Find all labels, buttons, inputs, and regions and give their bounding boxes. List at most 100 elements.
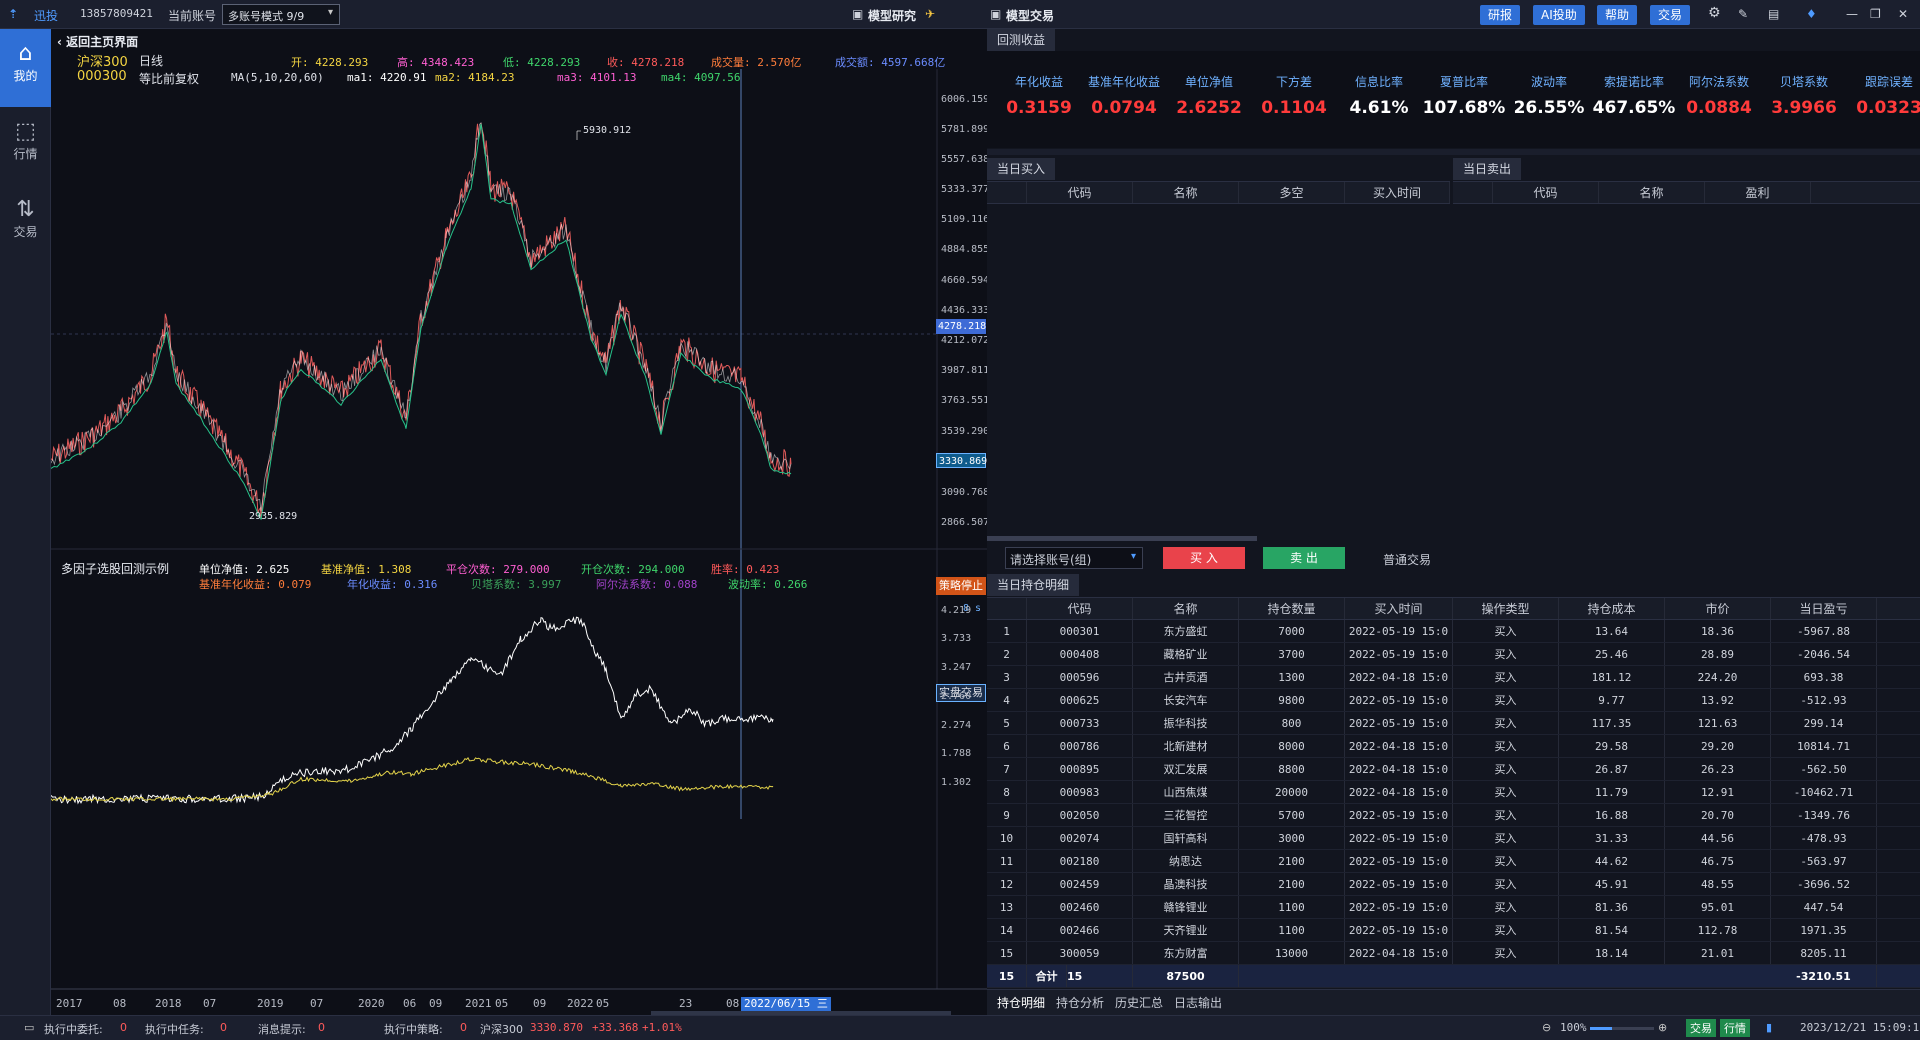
table-cell: 2022-05-19 15:0 [1345, 689, 1453, 711]
zoom-in-icon[interactable]: ⊕ [1658, 1021, 1667, 1034]
table-cell: 12.91 [1665, 781, 1771, 803]
zoom-out-icon[interactable]: ⊖ [1542, 1021, 1551, 1034]
position-col-header[interactable]: 市价 [1665, 598, 1771, 619]
metric-label: 夏普比率 [1439, 75, 1488, 89]
table-row[interactable]: 2 000408 藏格矿业 3700 2022-05-19 15:0 买入 25.46 28.… [987, 643, 1920, 666]
zoom-slider[interactable] [1590, 1027, 1654, 1030]
minimize-icon[interactable]: — [1846, 7, 1858, 21]
table-cell: 000596 [1027, 666, 1133, 688]
edit-icon[interactable]: ✎ [1738, 7, 1748, 21]
bottom-tab-1[interactable]: 持仓分析 [1056, 994, 1104, 1011]
strategy-stop-button[interactable]: 策略停止 [936, 577, 986, 595]
price-chart-svg[interactable] [51, 29, 987, 1015]
table-cell: 山西焦煤 [1133, 781, 1239, 803]
nav-item-trade[interactable]: ⇅ 交易 [0, 185, 51, 263]
table-row[interactable]: 8 000983 山西焦煤 20000 2022-04-18 15:0 买入 11.79 12… [987, 781, 1920, 804]
table-cell: 三花智控 [1133, 804, 1239, 826]
table-row[interactable]: 5 000733 振华科技 800 2022-05-19 15:0 买入 117.35 121… [987, 712, 1920, 735]
price-tick: 4212.072 [941, 335, 990, 346]
table-row[interactable]: 11 002180 纳思达 2100 2022-05-19 15:0 买入 44.62 46.… [987, 850, 1920, 873]
status-quote-button[interactable]: 行情 [1720, 1019, 1750, 1037]
signal-icon: ▮ [1766, 1021, 1773, 1034]
table-row[interactable]: 12 002459 晶澳科技 2100 2022-05-19 15:0 买入 45.91 48… [987, 873, 1920, 896]
table-row[interactable]: 7 000895 双汇发展 8800 2022-04-18 15:0 买入 26.87 26.… [987, 758, 1920, 781]
tab-today-sell[interactable]: 当日卖出 [1453, 158, 1522, 180]
date-tick: 05 [495, 997, 509, 1010]
layout-icon[interactable]: ▤ [1768, 7, 1779, 21]
sell-col-header[interactable]: 名称 [1599, 182, 1705, 203]
table-row[interactable]: 9 002050 三花智控 5700 2022-05-19 15:0 买入 16.88 20.… [987, 804, 1920, 827]
restore-icon[interactable]: ❐ [1870, 7, 1881, 21]
table-cell: 买入 [1453, 919, 1559, 941]
buy-col-header[interactable]: 多空 [1239, 182, 1345, 203]
metric-value: 0.1104 [1261, 98, 1327, 118]
ai-assist-button[interactable]: AI投助 [1533, 5, 1585, 25]
gear-icon[interactable]: ⚙ [1708, 5, 1721, 21]
nav-item-quotes[interactable]: ⬚ 行情 [0, 107, 51, 185]
metric-10: 跟踪误差 0.0323 [1847, 73, 1920, 118]
account-mode-select[interactable]: 多账号模式 9/9 ▾ [222, 4, 340, 25]
sell-button[interactable]: 卖 出 [1263, 547, 1345, 569]
research-report-button[interactable]: 研报 [1480, 5, 1521, 25]
peak-label: 5930.912 [583, 125, 632, 136]
sell-col-header[interactable]: 盈利 [1705, 182, 1811, 203]
buy-table-scrollbar[interactable] [987, 536, 1257, 541]
table-row[interactable]: 6 000786 北新建材 8000 2022-04-18 15:0 买入 29.58 29.… [987, 735, 1920, 758]
shirt-icon[interactable]: ♦ [1806, 7, 1817, 21]
position-col-header[interactable]: 持仓数量 [1239, 598, 1345, 619]
total-label: 合计 [1027, 965, 1067, 987]
table-cell: 8 [987, 781, 1027, 803]
close-icon[interactable]: ✕ [1898, 7, 1908, 21]
table-cell: -563.97 [1771, 850, 1877, 872]
model-research-tab[interactable]: 模型研究 [868, 7, 916, 24]
table-cell: 2022-05-19 15:0 [1345, 919, 1453, 941]
table-cell: 买入 [1453, 781, 1559, 803]
table-cell: 12 [987, 873, 1027, 895]
sell-col-header[interactable]: 代码 [1493, 182, 1599, 203]
running-tasks-count: 0 [220, 1021, 227, 1034]
table-row[interactable]: 13 002460 赣锋锂业 1100 2022-05-19 15:0 买入 81.36 95… [987, 896, 1920, 919]
buy-col-header[interactable]: 代码 [1027, 182, 1133, 203]
table-cell: 买入 [1453, 735, 1559, 757]
bottom-tab-2[interactable]: 历史汇总 [1115, 994, 1163, 1011]
buy-col-header[interactable]: 名称 [1133, 182, 1239, 203]
position-col-header[interactable]: 买入时间 [1345, 598, 1453, 619]
position-col-header[interactable]: 当日盈亏 [1771, 598, 1877, 619]
table-cell: 2022-05-19 15:0 [1345, 643, 1453, 665]
table-cell: 5700 [1239, 804, 1345, 826]
buy-col-header[interactable]: 买入时间 [1345, 182, 1450, 203]
table-row[interactable]: 10 002074 国轩高科 3000 2022-05-19 15:0 买入 31.33 44… [987, 827, 1920, 850]
table-cell: 国轩高科 [1133, 827, 1239, 849]
table-row[interactable]: 1 000301 东方盛虹 7000 2022-05-19 15:0 买入 13.64 18.… [987, 620, 1920, 643]
table-cell: 3700 [1239, 643, 1345, 665]
account-group-select[interactable]: 请选择账号(组) ▾ [1005, 547, 1143, 569]
bottom-tab-3[interactable]: 日志输出 [1174, 994, 1222, 1011]
table-cell: 2022-05-19 15:0 [1345, 896, 1453, 918]
nav-tick: 4.219 [941, 605, 972, 616]
table-cell: 44.62 [1559, 850, 1665, 872]
price-tick: 4436.333 [941, 305, 990, 316]
trade-button[interactable]: 交易 [1650, 5, 1691, 25]
strategy-beta: 贝塔系数: 3.997 [471, 578, 562, 591]
bottom-tab-0[interactable]: 持仓明细 [997, 994, 1045, 1011]
normal-trade-link[interactable]: 普通交易 [1383, 551, 1431, 568]
buy-button[interactable]: 买 入 [1163, 547, 1245, 569]
table-row[interactable]: 15 300059 东方财富 13000 2022-04-18 15:0 买入 18.14 2… [987, 942, 1920, 965]
nav-item-mine[interactable]: ⌂ 我的 [0, 29, 51, 107]
table-row[interactable]: 3 000596 古井贡酒 1300 2022-04-18 15:0 买入 181.12 22… [987, 666, 1920, 689]
table-row[interactable]: 4 000625 长安汽车 9800 2022-05-19 15:0 买入 9.77 13.9… [987, 689, 1920, 712]
model-trade-tab[interactable]: 模型交易 [1006, 7, 1054, 24]
position-col-header[interactable]: 持仓成本 [1559, 598, 1665, 619]
tab-positions[interactable]: 当日持仓明细 [987, 574, 1080, 596]
position-col-header[interactable]: 操作类型 [1453, 598, 1559, 619]
position-col-header[interactable]: 代码 [1027, 598, 1133, 619]
position-col-header[interactable] [987, 598, 1027, 619]
help-button[interactable]: 帮助 [1597, 5, 1638, 25]
metrics-scrollbar[interactable] [987, 149, 1920, 155]
status-trade-button[interactable]: 交易 [1686, 1019, 1716, 1037]
position-col-header[interactable]: 名称 [1133, 598, 1239, 619]
tab-today-buy[interactable]: 当日买入 [987, 158, 1056, 180]
tab-backtest[interactable]: 回测收益 [987, 29, 1056, 51]
sell-table-header: 代码 名称 盈利 [1453, 182, 1920, 204]
table-row[interactable]: 14 002466 天齐锂业 1100 2022-05-19 15:0 买入 81.54 11… [987, 919, 1920, 942]
